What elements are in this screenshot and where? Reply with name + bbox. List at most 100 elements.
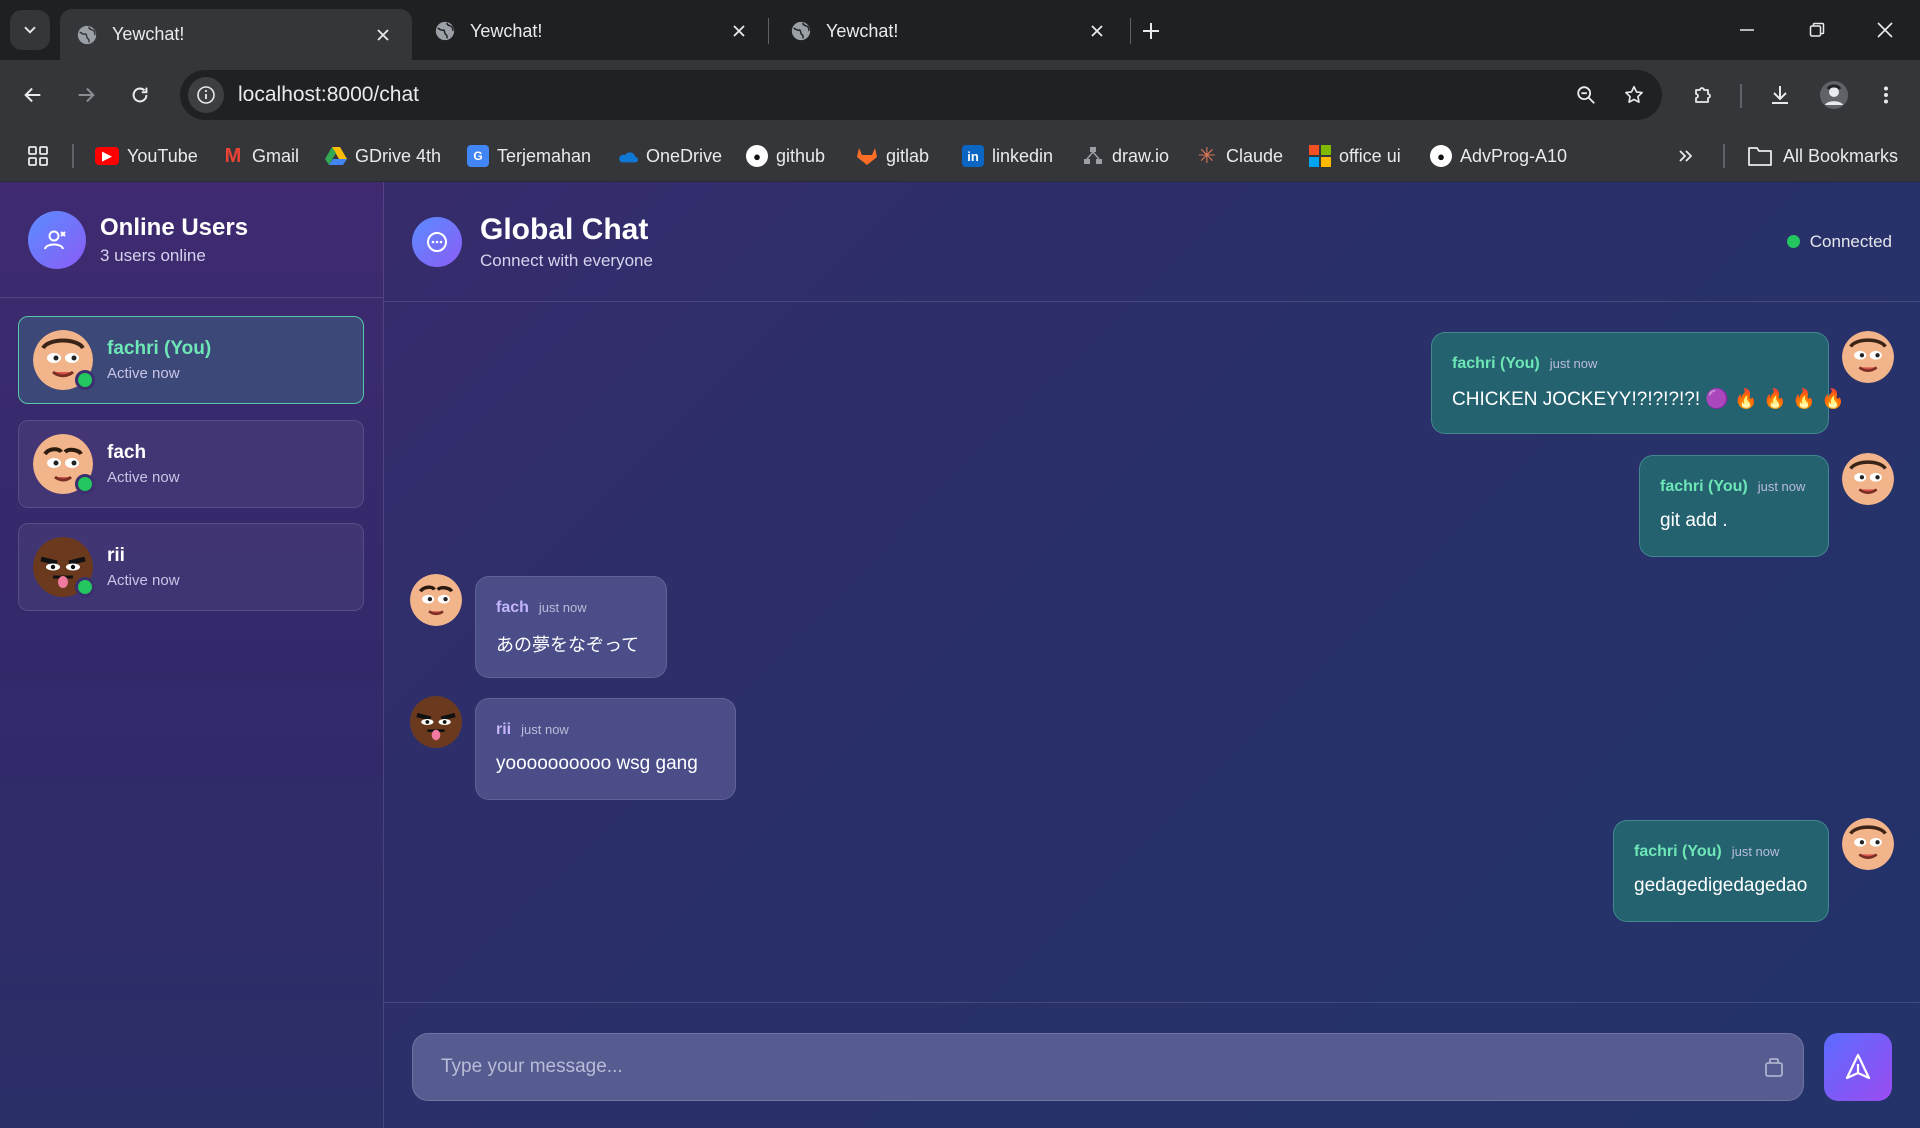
online-indicator	[75, 474, 95, 494]
avatar	[33, 434, 95, 494]
bookmark-label: OneDrive	[646, 145, 723, 166]
close-tab-icon[interactable]	[370, 22, 396, 48]
all-bookmarks-button[interactable]: All Bookmarks	[1747, 138, 1898, 174]
tab-search-button[interactable]	[10, 10, 50, 50]
github-icon: ●	[746, 145, 768, 167]
connection-label: Connected	[1809, 231, 1892, 251]
message-sender: fachri (You)	[1452, 355, 1540, 372]
gdrive-icon	[325, 145, 347, 167]
close-icon	[1877, 22, 1893, 38]
message-time: just now	[538, 600, 587, 615]
menu-button[interactable]	[1866, 75, 1906, 115]
drawio-icon	[1082, 145, 1104, 167]
user-card-fach[interactable]: fach Active now	[18, 420, 364, 508]
forward-button[interactable]	[66, 75, 106, 115]
zoom-icon[interactable]	[1566, 75, 1606, 115]
more-vert-icon	[1884, 86, 1888, 104]
bookmark-office[interactable]: office ui	[1309, 138, 1401, 174]
bookmark-github[interactable]: ● github	[746, 138, 825, 174]
youtube-icon: ▶	[95, 147, 119, 165]
bookmarks-divider	[72, 144, 74, 168]
downloads-button[interactable]	[1760, 75, 1800, 115]
plus-icon	[1143, 23, 1159, 39]
github-icon: ●	[1430, 145, 1452, 167]
bookmark-gitlab[interactable]: gitlab	[856, 138, 929, 174]
user-name: fach	[107, 442, 147, 463]
more-bookmarks-button[interactable]	[1676, 138, 1696, 174]
sidebar-title: Online Users	[100, 213, 249, 241]
users-icon	[28, 210, 86, 269]
bookmark-label: office ui	[1339, 145, 1401, 166]
bookmark-label: YouTube	[127, 145, 198, 166]
bookmark-drawio[interactable]: draw.io	[1082, 138, 1169, 174]
bookmark-label: Claude	[1226, 145, 1284, 166]
apps-button[interactable]	[26, 138, 50, 174]
bookmark-youtube[interactable]: ▶ YouTube	[95, 138, 198, 174]
bookmark-label: Terjemahan	[497, 145, 592, 166]
user-name: fachri (You)	[107, 338, 212, 359]
new-tab-button[interactable]	[1134, 14, 1168, 48]
message-sender: fach	[496, 599, 529, 616]
globe-icon	[435, 21, 455, 41]
bookmark-linkedin[interactable]: in linkedin	[962, 138, 1053, 174]
message-text: git add .	[1660, 510, 1728, 531]
browser-tab-1[interactable]: Yewchat!	[60, 9, 412, 60]
online-users-sidebar: Online Users 3 users online fachri (You)…	[0, 182, 384, 1128]
chevron-down-icon	[24, 26, 36, 34]
bookmark-claude[interactable]: ✳ Claude	[1196, 138, 1283, 174]
message-bubble: fachri (You) just now gedagedigedagedao	[1613, 820, 1829, 922]
bookmark-onedrive[interactable]: OneDrive	[616, 138, 722, 174]
bookmark-advprog[interactable]: ● AdvProg-A10	[1430, 138, 1567, 174]
back-button[interactable]	[13, 75, 53, 115]
message-avatar	[1842, 331, 1894, 383]
profile-avatar[interactable]	[1814, 75, 1854, 115]
bookmark-terjemahan[interactable]: G Terjemahan	[467, 138, 591, 174]
extensions-button[interactable]	[1683, 75, 1723, 115]
online-count: 3 users online	[100, 245, 206, 265]
claude-icon: ✳	[1197, 143, 1217, 168]
bookmark-gdrive[interactable]: GDrive 4th	[325, 138, 441, 174]
bookmarks-bar: ▶ YouTube M Gmail GDrive 4th G Terjemaha…	[0, 130, 1920, 182]
site-info-icon[interactable]	[188, 77, 224, 113]
url-text[interactable]: localhost:8000/chat	[238, 83, 1566, 107]
user-card-rii[interactable]: rii Active now	[18, 523, 364, 611]
message-time: just now	[1757, 479, 1806, 494]
bookmark-star-icon[interactable]	[1614, 75, 1654, 115]
user-card-fachri[interactable]: fachri (You) Active now	[18, 316, 364, 404]
double-chevron-right-icon	[1679, 150, 1693, 162]
gitlab-icon	[856, 145, 878, 167]
bookmark-gmail[interactable]: M Gmail	[222, 138, 299, 174]
browser-tab-2[interactable]: Yewchat!	[418, 8, 768, 54]
restore-button[interactable]	[1792, 10, 1842, 50]
bookmark-label: gitlab	[886, 145, 930, 166]
close-window-button[interactable]	[1860, 10, 1910, 50]
bookmark-label: github	[776, 145, 826, 166]
message-text: CHICKEN JOCKEYY!?!?!?!?! 🟣 🔥 🔥 🔥 🔥	[1452, 389, 1845, 410]
minimize-button[interactable]	[1722, 10, 1772, 50]
download-icon	[1772, 86, 1788, 104]
apps-grid-icon	[28, 146, 48, 166]
browser-tab-strip: Yewchat! Yewchat! Yewchat!	[0, 0, 1920, 60]
chat-bubble-icon	[412, 216, 462, 267]
message-sender: fachri (You)	[1660, 478, 1748, 495]
send-button[interactable]	[1824, 1033, 1892, 1101]
reload-button[interactable]	[120, 75, 160, 115]
puzzle-icon	[1695, 87, 1711, 103]
reload-icon	[132, 87, 148, 103]
attachment-icon[interactable]	[1760, 1053, 1788, 1081]
close-tab-icon[interactable]	[1084, 18, 1110, 44]
bookmark-label: GDrive 4th	[355, 145, 442, 166]
close-tab-icon[interactable]	[726, 18, 752, 44]
bookmark-label: AdvProg-A10	[1460, 145, 1568, 166]
browser-tab-3[interactable]: Yewchat!	[774, 8, 1126, 54]
user-status: Active now	[107, 365, 180, 382]
message-text: あの夢をなぞって	[496, 635, 640, 656]
user-name: rii	[107, 545, 125, 566]
message-composer	[384, 1002, 1920, 1128]
chat-title: Global Chat	[480, 212, 649, 246]
toolbar-divider	[1740, 84, 1742, 108]
message-input[interactable]	[412, 1033, 1804, 1101]
office-icon	[1309, 145, 1331, 167]
arrow-left-icon	[24, 87, 41, 103]
address-bar[interactable]: localhost:8000/chat	[180, 70, 1662, 120]
